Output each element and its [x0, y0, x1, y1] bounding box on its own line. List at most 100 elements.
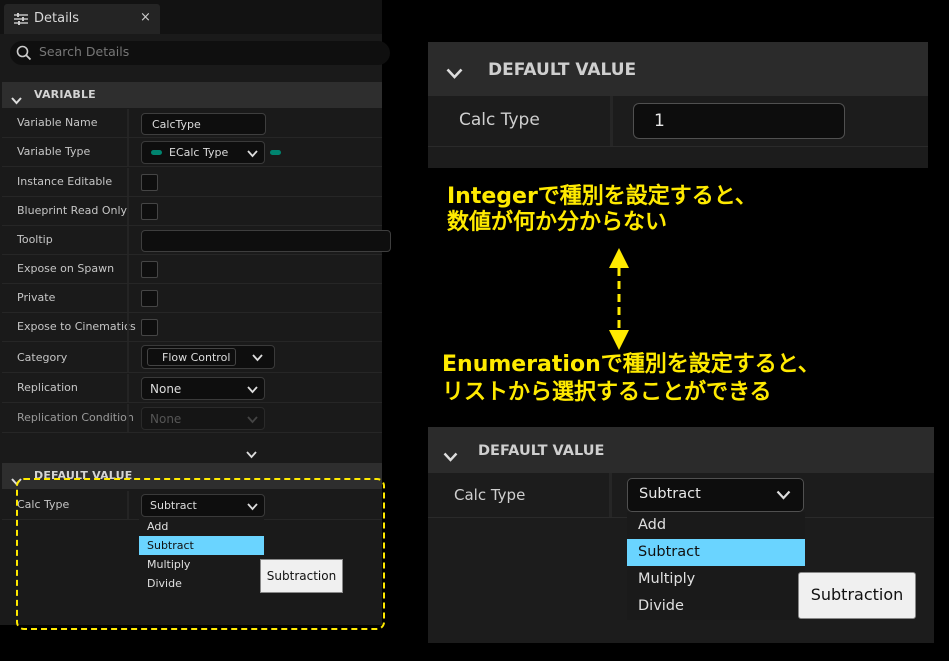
- chevron-down-icon: [443, 447, 458, 466]
- variable-type-value: ECalc Type: [169, 146, 229, 159]
- row-expose-to-cinematics: Expose to Cinematics: [2, 313, 382, 342]
- tab-label: Details: [34, 11, 80, 26]
- divider: [127, 138, 129, 166]
- variable-type-dropdown[interactable]: ECalc Type: [141, 141, 265, 164]
- chevron-down-icon: [776, 490, 791, 500]
- integer-default-panel: DEFAULT VALUE Calc Type 1: [428, 42, 928, 168]
- instance-editable-checkbox[interactable]: [141, 174, 158, 191]
- row-category: Category Flow Control: [2, 342, 382, 373]
- row-label: Blueprint Read Only: [17, 204, 128, 217]
- divider: [127, 404, 129, 432]
- calc-type-value: 1: [654, 111, 665, 131]
- row-label: Category: [17, 351, 68, 364]
- row-instance-editable: Instance Editable: [2, 168, 382, 197]
- row-expose-on-spawn: Expose on Spawn: [2, 255, 382, 284]
- row-label: Instance Editable: [17, 175, 113, 188]
- row-label: Variable Type: [17, 145, 91, 158]
- row-variable-name: Variable Name CalcType: [2, 109, 382, 138]
- container-type-icon[interactable]: [270, 150, 281, 155]
- replication-condition-dropdown: None: [141, 407, 265, 430]
- row-label: Tooltip: [17, 233, 53, 246]
- category-variable[interactable]: VARIABLE: [2, 82, 382, 108]
- variable-name-input[interactable]: CalcType: [141, 113, 266, 135]
- tooltip-input[interactable]: [141, 230, 391, 252]
- row-label: Replication Condition: [17, 411, 134, 424]
- row-replication: Replication None: [2, 374, 382, 403]
- option-add[interactable]: Add: [627, 512, 805, 539]
- category-default-value[interactable]: DEFAULT VALUE: [428, 427, 934, 473]
- row-label: Expose to Cinematics: [17, 320, 136, 333]
- chevron-down-icon: [247, 416, 258, 424]
- row-tooltip: Tooltip: [2, 226, 391, 255]
- advanced-expand-icon[interactable]: [246, 444, 257, 463]
- highlight-box: [16, 478, 385, 630]
- replication-dropdown[interactable]: None: [141, 377, 265, 400]
- category-default-value[interactable]: DEFAULT VALUE: [428, 42, 928, 96]
- row-blueprint-read-only: Blueprint Read Only: [2, 197, 382, 226]
- row-label: Replication: [17, 381, 78, 394]
- blueprint-read-only-checkbox[interactable]: [141, 203, 158, 220]
- calc-type-dropdown[interactable]: Subtract: [627, 478, 804, 512]
- category-title: DEFAULT VALUE: [488, 60, 637, 80]
- divider: [610, 96, 613, 146]
- annotation-enum-line1: Enumerationで種別を設定すると、: [442, 352, 820, 377]
- row-label: Variable Name: [17, 116, 98, 129]
- option-multiply[interactable]: Multiply: [627, 566, 805, 593]
- category-combo[interactable]: Flow Control: [141, 345, 275, 369]
- option-subtract[interactable]: Subtract: [627, 539, 805, 566]
- category-value: Flow Control: [162, 351, 231, 364]
- enum-default-panel: DEFAULT VALUE Calc Type Subtract Add Sub…: [428, 427, 934, 643]
- double-arrow-icon: [604, 246, 634, 356]
- option-label: Add: [638, 517, 667, 533]
- option-divide[interactable]: Divide: [627, 593, 805, 620]
- calc-type-integer-input[interactable]: 1: [633, 103, 845, 139]
- calc-type-options: Add Subtract Multiply Divide: [627, 512, 805, 620]
- chevron-down-icon: [11, 90, 22, 109]
- divider: [127, 226, 129, 254]
- details-sliders-icon: [13, 11, 29, 30]
- close-icon[interactable]: ×: [140, 10, 151, 25]
- chevron-down-icon: [252, 354, 263, 362]
- option-label: Divide: [638, 598, 684, 614]
- category-title: VARIABLE: [34, 88, 96, 101]
- divider: [127, 342, 129, 372]
- divider: [127, 255, 129, 283]
- annotation-integer-line2: 数値が何か分からない: [447, 210, 668, 235]
- divider: [127, 168, 129, 196]
- divider: [127, 197, 129, 225]
- annotation-enum-line2: リストから選択することができる: [442, 380, 772, 405]
- divider: [127, 284, 129, 312]
- subtraction-button[interactable]: Subtraction: [798, 572, 916, 619]
- calc-type-value: Subtract: [639, 486, 701, 502]
- replication-value: None: [150, 382, 182, 396]
- tab-details[interactable]: Details ×: [4, 4, 160, 34]
- row-calc-type: Calc Type 1: [428, 96, 928, 147]
- divider: [127, 313, 129, 341]
- row-private: Private: [2, 284, 382, 313]
- search-placeholder: Search Details: [39, 44, 130, 59]
- divider: [609, 473, 612, 517]
- row-label: Calc Type: [459, 110, 540, 130]
- private-checkbox[interactable]: [141, 290, 158, 307]
- expose-to-cinematics-checkbox[interactable]: [141, 319, 158, 336]
- enum-pin-icon: [151, 150, 162, 155]
- row-replication-condition: Replication Condition None: [2, 404, 382, 433]
- search-icon: [16, 45, 32, 65]
- category-title: DEFAULT VALUE: [478, 443, 605, 459]
- chevron-down-icon: [247, 150, 258, 158]
- annotation-integer: Integerで種別を設定すると、 数値が何か分からない: [447, 184, 757, 236]
- row-label: Expose on Spawn: [17, 262, 115, 275]
- row-label: Calc Type: [454, 486, 526, 504]
- chevron-down-icon: [247, 386, 258, 394]
- tab-bar: Details ×: [0, 0, 382, 34]
- category-text-box[interactable]: Flow Control: [147, 348, 236, 366]
- row-variable-type: Variable Type ECalc Type: [2, 138, 382, 167]
- annotation-integer-line1: Integerで種別を設定すると、: [447, 184, 757, 209]
- divider: [127, 374, 129, 402]
- option-label: Multiply: [638, 571, 696, 587]
- search-input[interactable]: Search Details: [10, 41, 390, 65]
- divider: [127, 109, 129, 137]
- expose-on-spawn-checkbox[interactable]: [141, 261, 158, 278]
- annotation-enum: Enumerationで種別を設定すると、 リストから選択することができる: [442, 351, 820, 407]
- row-label: Private: [17, 291, 56, 304]
